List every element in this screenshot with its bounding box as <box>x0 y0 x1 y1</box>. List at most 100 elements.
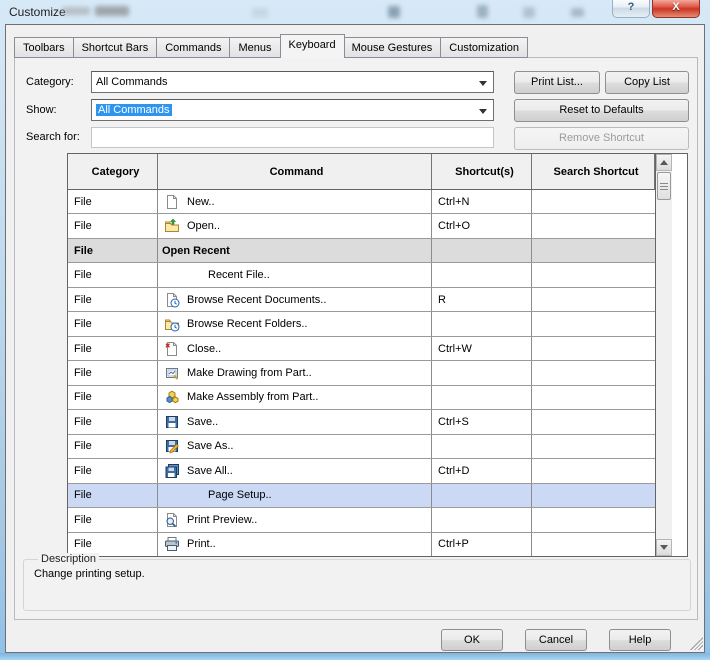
row-category: File <box>74 367 92 379</box>
tab-commands[interactable]: Commands <box>157 37 230 58</box>
tab-keyboard[interactable]: Keyboard <box>280 34 345 58</box>
row-category: File <box>74 343 92 355</box>
blurred-decoration <box>62 7 90 15</box>
table-row[interactable]: File Page Setup.. <box>68 484 655 508</box>
row-category: File <box>74 294 92 306</box>
row-category: File <box>74 196 92 208</box>
resize-grip-icon[interactable] <box>690 637 703 650</box>
table-row[interactable]: File Make Drawing from Part.. <box>68 361 655 385</box>
row-shortcut: Ctrl+W <box>438 343 472 355</box>
row-shortcut: Ctrl+N <box>438 196 469 208</box>
save-as-icon <box>164 438 180 454</box>
chevron-down-icon <box>479 81 487 86</box>
column-header-search-shortcut[interactable]: Search Shortcut <box>532 154 655 189</box>
table-row[interactable]: File Browse Recent Documents.. R <box>68 288 655 312</box>
reset-to-defaults-button[interactable]: Reset to Defaults <box>514 99 689 122</box>
table-row[interactable]: File Browse Recent Folders.. <box>68 312 655 336</box>
tab-toolbars[interactable]: Toolbars <box>14 37 74 58</box>
scroll-up-button[interactable] <box>656 154 672 171</box>
scrollbar-thumb[interactable] <box>657 172 671 200</box>
print-list-button[interactable]: Print List... <box>514 71 600 94</box>
category-value: All Commands <box>96 76 168 88</box>
save-icon <box>164 414 180 430</box>
show-dropdown[interactable]: All Commands <box>91 99 494 121</box>
tab-customization[interactable]: Customization <box>441 37 528 58</box>
close-button[interactable]: X <box>652 0 700 18</box>
remove-shortcut-button[interactable]: Remove Shortcut <box>514 127 689 150</box>
help-label: Help <box>629 634 652 646</box>
make-assembly-icon <box>164 389 180 405</box>
row-category: File <box>74 440 92 452</box>
tab-mouse-gestures[interactable]: Mouse Gestures <box>344 37 442 58</box>
reset-to-defaults-label: Reset to Defaults <box>559 104 643 116</box>
row-command: Recent File.. <box>208 269 270 281</box>
column-header-command[interactable]: Command <box>158 154 432 189</box>
row-category: File <box>74 391 92 403</box>
table-row[interactable]: File Print Preview.. <box>68 508 655 532</box>
table-row[interactable]: File Save.. Ctrl+S <box>68 410 655 434</box>
row-command: Close.. <box>187 343 221 355</box>
row-shortcut: Ctrl+D <box>438 465 469 477</box>
table-row[interactable]: File Recent File.. <box>68 263 655 287</box>
ok-label: OK <box>464 634 480 646</box>
row-category: File <box>74 416 92 428</box>
row-command: Save As.. <box>187 440 233 452</box>
table-row[interactable]: File Save All.. Ctrl+D <box>68 459 655 483</box>
blurred-decoration <box>523 7 535 18</box>
row-category: File <box>74 465 92 477</box>
search-for-label: Search for: <box>26 126 80 148</box>
cancel-button[interactable]: Cancel <box>525 629 587 651</box>
table-row[interactable]: File Open Recent <box>68 239 655 263</box>
recent-folder-icon <box>164 316 180 332</box>
row-shortcut: R <box>438 294 446 306</box>
row-command: New.. <box>187 196 215 208</box>
row-category: File <box>74 269 92 281</box>
row-command: Make Drawing from Part.. <box>187 367 312 379</box>
print-preview-icon <box>164 512 180 528</box>
close-document-icon <box>164 341 180 357</box>
description-label: Description <box>38 553 99 565</box>
row-command: Print Preview.. <box>187 514 257 526</box>
open-folder-icon <box>164 218 180 234</box>
row-command: Browse Recent Documents.. <box>187 294 326 306</box>
table-row[interactable]: File Open.. Ctrl+O <box>68 214 655 238</box>
vertical-scrollbar[interactable] <box>655 154 672 556</box>
scroll-down-button[interactable] <box>656 539 672 556</box>
recent-document-icon <box>164 292 180 308</box>
copy-list-button[interactable]: Copy List <box>605 71 689 94</box>
print-icon <box>164 536 180 552</box>
help-caption-button[interactable]: ? <box>612 0 650 18</box>
row-command: Page Setup.. <box>208 489 272 501</box>
table-row[interactable]: File Make Assembly from Part.. <box>68 386 655 410</box>
table-row[interactable]: File Print.. Ctrl+P <box>68 533 655 556</box>
row-category: File <box>74 318 92 330</box>
titlebar[interactable]: Customize ? X <box>0 0 710 25</box>
row-category: File <box>74 245 93 257</box>
ok-button[interactable]: OK <box>441 629 503 651</box>
search-input[interactable] <box>91 127 494 148</box>
close-icon: X <box>672 1 679 13</box>
question-mark-icon: ? <box>628 1 635 13</box>
blurred-decoration <box>571 8 584 17</box>
table-row[interactable]: File Close.. Ctrl+W <box>68 337 655 361</box>
blurred-decoration <box>477 5 488 18</box>
row-command: Browse Recent Folders.. <box>187 318 307 330</box>
row-category: File <box>74 489 92 501</box>
row-shortcut: Ctrl+S <box>438 416 469 428</box>
print-list-label: Print List... <box>531 76 583 88</box>
column-header-category[interactable]: Category <box>68 154 158 189</box>
table-row[interactable]: File New.. Ctrl+N <box>68 190 655 214</box>
description-groupbox: Description Change printing setup. <box>23 559 691 611</box>
row-command: Print.. <box>187 538 216 550</box>
tab-shortcut-bars[interactable]: Shortcut Bars <box>74 37 158 58</box>
category-dropdown[interactable]: All Commands <box>91 71 494 93</box>
column-header-shortcuts[interactable]: Shortcut(s) <box>432 154 532 189</box>
row-category: File <box>74 220 92 232</box>
help-button[interactable]: Help <box>609 629 671 651</box>
row-command: Save.. <box>187 416 218 428</box>
row-category: File <box>74 538 92 550</box>
remove-shortcut-label: Remove Shortcut <box>559 132 644 144</box>
tab-menus[interactable]: Menus <box>230 37 280 58</box>
table-row[interactable]: File Save As.. <box>68 435 655 459</box>
copy-list-label: Copy List <box>624 76 670 88</box>
